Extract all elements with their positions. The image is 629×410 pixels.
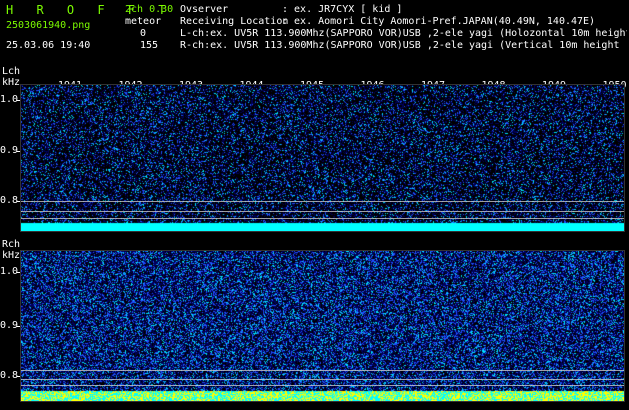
rch-unit: kHz bbox=[2, 250, 21, 261]
filename: 2503061940.png bbox=[6, 20, 91, 31]
rch-y-tick-label: 1.0 bbox=[0, 266, 19, 277]
lch-reference-line bbox=[21, 218, 624, 219]
datetime: 25.03.06 19:40 bbox=[6, 40, 91, 51]
observer-value: : ex. JR7CYX [ kid ] bbox=[282, 4, 403, 15]
rch-y-tick-label: 0.9 bbox=[0, 320, 19, 331]
rch-y-tick-mark bbox=[17, 326, 20, 327]
location-value: : ex. Aomori City Aomori-Pref.JAPAN(40.4… bbox=[282, 16, 596, 27]
rch-spectrogram bbox=[20, 250, 625, 402]
lch-unit: kHz bbox=[2, 77, 21, 88]
rch-reference-line bbox=[21, 385, 624, 386]
lch-reference-line bbox=[21, 201, 624, 202]
location-label: Receiving Location bbox=[180, 16, 289, 27]
observer-label: Ovserver bbox=[180, 4, 229, 15]
lch-y-tick-label: 0.8 bbox=[0, 195, 19, 206]
rch-info: R-ch:ex. UV5R 113.900Mhz(SAPPORO VOR)USB… bbox=[180, 40, 620, 51]
rch-reference-line bbox=[21, 379, 624, 380]
lch-y-tick-label: 0.9 bbox=[0, 145, 19, 156]
lch-info: L-ch:ex. UV5R 113.900Mhz(SAPPORO VOR)USB… bbox=[180, 28, 627, 39]
lch-spectrogram bbox=[20, 84, 625, 232]
lch-y-tick-label: 1.0 bbox=[0, 94, 19, 105]
channels-info: 2ch 0.30 bbox=[125, 4, 174, 15]
rch-y-tick-mark bbox=[17, 272, 20, 273]
lch-reference-line bbox=[21, 211, 624, 212]
meteor-count-left: 0 bbox=[140, 28, 147, 39]
rch-y-tick-label: 0.8 bbox=[0, 370, 19, 381]
lch-y-tick-mark bbox=[17, 201, 20, 202]
meteor-count-right: 155 bbox=[140, 40, 159, 51]
meteor-label: meteor bbox=[125, 16, 162, 27]
lch-y-tick-mark bbox=[17, 151, 20, 152]
rch-y-tick-mark bbox=[17, 376, 20, 377]
lch-y-tick-mark bbox=[17, 100, 20, 101]
rch-reference-line bbox=[21, 370, 624, 371]
